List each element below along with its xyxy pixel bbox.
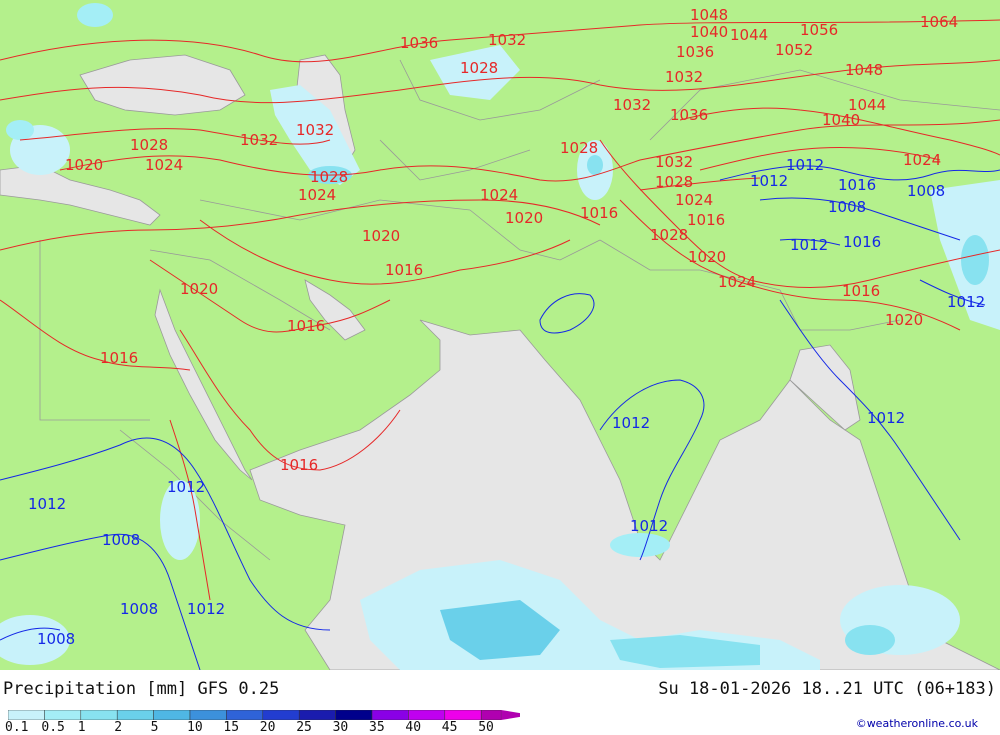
isobar-label: 1020 (885, 311, 923, 329)
isobar-label: 1056 (800, 21, 838, 39)
isobar-label: 1012 (612, 414, 650, 432)
isobar-label: 1012 (187, 600, 225, 618)
legend-swatch (80, 710, 118, 720)
isobar-label: 1024 (145, 156, 183, 174)
legend-swatch (480, 710, 502, 720)
legend-swatch (444, 710, 482, 720)
isobar-label: 1012 (947, 293, 985, 311)
legend-swatch (371, 710, 409, 720)
isobar-label: 1028 (130, 136, 168, 154)
isobar-label: 1024 (480, 186, 518, 204)
isobar-label: 1032 (296, 121, 334, 139)
isobar-label: 1020 (362, 227, 400, 245)
legend-swatch (226, 710, 264, 720)
isobar-label: 1024 (718, 273, 756, 291)
isobar-label: 1044 (730, 26, 768, 44)
isobar-label: 1016 (385, 261, 423, 279)
isobar-label: 1012 (790, 236, 828, 254)
isobar-label: 1016 (838, 176, 876, 194)
precip-blacksea-north (77, 3, 113, 27)
isobar-label: 1012 (167, 478, 205, 496)
isobar-label: 1036 (670, 106, 708, 124)
isobar-label: 1032 (665, 68, 703, 86)
isobar-label: 1036 (676, 43, 714, 61)
isobar-label: 1024 (903, 151, 941, 169)
isobar-label: 1032 (655, 153, 693, 171)
valid-time: Su 18-01-2026 18..21 UTC (06+183) (658, 679, 996, 699)
isobar-label: 1008 (102, 531, 140, 549)
legend-swatch (335, 710, 373, 720)
precip-china-core (961, 235, 989, 285)
precip-himalaya-west-core (587, 155, 603, 175)
isobar-label: 1020 (65, 156, 103, 174)
isobar-label: 1016 (100, 349, 138, 367)
isobar-label: 1036 (400, 34, 438, 52)
precip-sri-lanka (610, 533, 670, 557)
isobar-label: 1016 (843, 233, 881, 251)
legend-swatch (116, 710, 154, 720)
isobar-label: 1028 (655, 173, 693, 191)
legend-swatch (298, 710, 336, 720)
isobar-label: 1048 (845, 61, 883, 79)
precipitation-map: 1048 1040 1044 1056 1064 1036 1032 1052 … (0, 0, 1000, 670)
isobar-label: 1008 (828, 198, 866, 216)
isobar-label: 1040 (690, 23, 728, 41)
isobar-label: 1020 (180, 280, 218, 298)
isobar-label: 1028 (560, 139, 598, 157)
isobar-label: 1032 (613, 96, 651, 114)
isobar-label: 1052 (775, 41, 813, 59)
isobar-label: 1032 (488, 31, 526, 49)
isobar-label: 1016 (842, 282, 880, 300)
isobar-label: 1028 (310, 168, 348, 186)
isobar-label: 1020 (688, 248, 726, 266)
isobar-label: 1024 (675, 191, 713, 209)
isobar-label: 1012 (28, 495, 66, 513)
isobar-label: 1016 (280, 456, 318, 474)
isobar-label: 1012 (786, 156, 824, 174)
isobar-label: 1012 (867, 409, 905, 427)
map-title: Precipitation [mm] GFS 0.25 (3, 679, 280, 699)
legend-swatch (189, 710, 227, 720)
isobar-label: 1028 (460, 59, 498, 77)
isobar-label: 1008 (37, 630, 75, 648)
legend-swatch (262, 710, 300, 720)
isobar-label: 1032 (240, 131, 278, 149)
precip-cyprus (6, 120, 34, 140)
legend-swatch (8, 710, 45, 720)
isobar-label: 1016 (580, 204, 618, 222)
isobar-label: 1012 (630, 517, 668, 535)
isobar-label: 1024 (298, 186, 336, 204)
map-footer: Precipitation [mm] GFS 0.25 Su 18-01-202… (0, 670, 1000, 735)
isobar-label: 1020 (505, 209, 543, 227)
isobar-label: 1008 (120, 600, 158, 618)
isobar-label: 1008 (907, 182, 945, 200)
isobar-label: 1048 (690, 6, 728, 24)
legend-swatch (408, 710, 446, 720)
isobar-label: 1016 (287, 317, 325, 335)
isobar-label: 1064 (920, 13, 958, 31)
legend-swatch (153, 710, 191, 720)
isobar-label: 1012 (750, 172, 788, 190)
credit-link[interactable]: ©weatheronline.co.uk (856, 717, 978, 730)
precip-andaman-core (845, 625, 895, 655)
isobar-label: 1028 (650, 226, 688, 244)
isobar-label: 1016 (687, 211, 725, 229)
legend-arrow (501, 710, 520, 720)
isobar-label: 1040 (822, 111, 860, 129)
precipitation-legend (8, 710, 520, 720)
legend-swatch (44, 710, 82, 720)
